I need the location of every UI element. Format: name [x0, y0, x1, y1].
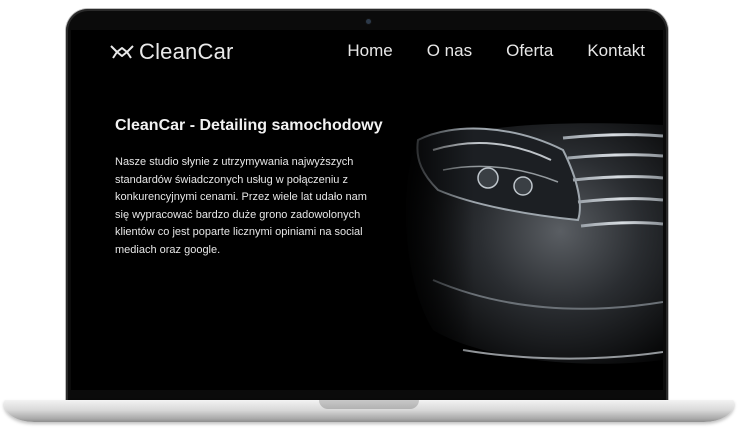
nav-offer-link[interactable]: Oferta: [506, 41, 553, 61]
nav-home-link[interactable]: Home: [347, 41, 392, 61]
car-wash-logo-icon: [110, 45, 134, 59]
brand-logo[interactable]: CleanCar: [109, 37, 234, 67]
nav-about-link[interactable]: O nas: [427, 41, 472, 61]
laptop-opening-notch: [319, 400, 419, 409]
website-screen: CleanCar Home O nas Oferta Kontakt Clean…: [71, 30, 663, 390]
nav-contact-link[interactable]: Kontakt: [587, 41, 645, 61]
main-menu: Home O nas Oferta Kontakt: [347, 41, 645, 61]
brand-name: CleanCar: [139, 39, 234, 64]
hero-title: CleanCar - Detailing samochodowy: [115, 117, 383, 134]
car-headlight-image: [393, 30, 663, 390]
hero-description: Nasze studio słynie z utrzymywania najwy…: [115, 156, 367, 256]
top-navigation: CleanCar Home O nas Oferta Kontakt: [71, 30, 663, 74]
webcam-icon: [366, 19, 371, 24]
